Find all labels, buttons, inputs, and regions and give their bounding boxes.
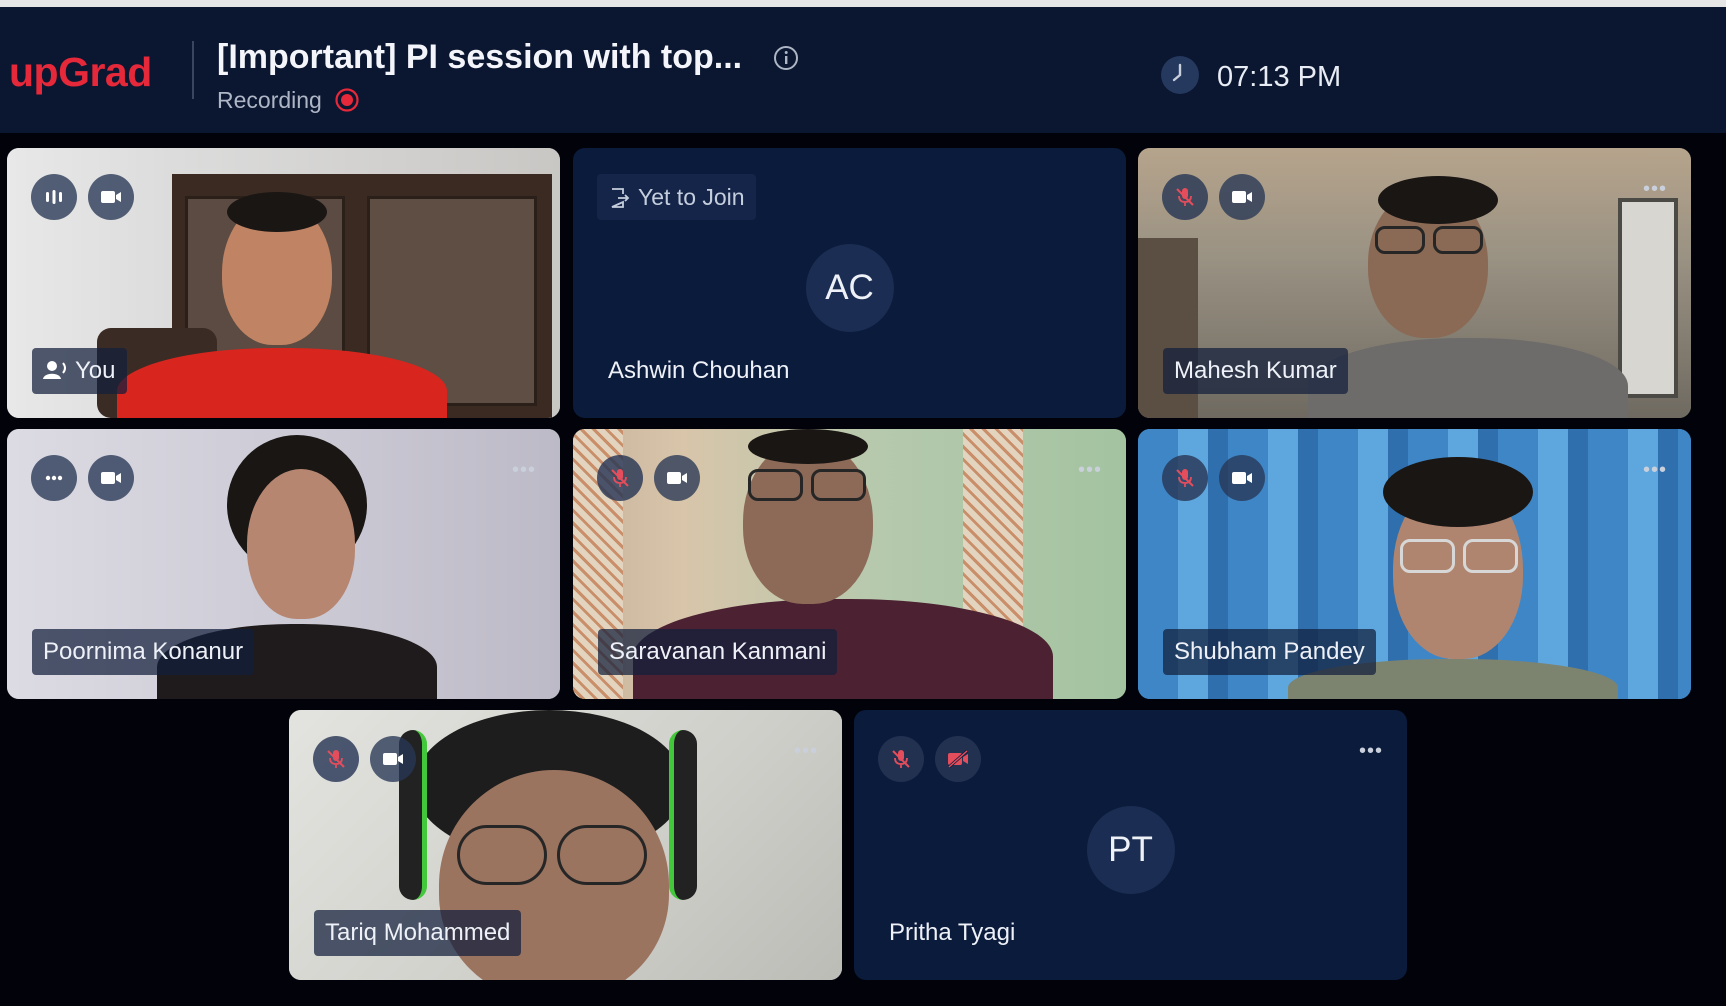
yet-to-join-label: Yet to Join: [638, 184, 745, 210]
participant-tile-you[interactable]: You: [7, 148, 560, 418]
info-icon[interactable]: [772, 44, 800, 72]
more-options-button[interactable]: •••: [1078, 459, 1102, 482]
participant-tile-ashwin-chouhan[interactable]: Yet to Join AC Ashwin Chouhan: [573, 148, 1126, 418]
participant-name: Saravanan Kanmani: [598, 629, 838, 675]
header-divider: [192, 41, 194, 99]
recording-status: Recording: [217, 87, 322, 113]
camera-icon: [667, 472, 687, 484]
more-options-button[interactable]: •••: [794, 740, 818, 763]
participant-tile-shubham-pandey[interactable]: ••• Shubham Pandey: [1138, 429, 1691, 699]
audio-level-indicator: [31, 455, 77, 501]
avatar: AC: [805, 244, 894, 332]
camera-off-icon: [948, 749, 968, 769]
speaking-user-icon: [43, 361, 66, 379]
participant-tile-poornima-konanur[interactable]: ••• Poornima Konanur: [7, 429, 560, 699]
participant-name: Pritha Tyagi: [889, 919, 1016, 946]
camera-toggle[interactable]: [88, 174, 134, 220]
mic-muted-icon: [611, 469, 629, 487]
mic-muted-indicator: [313, 736, 359, 782]
camera-icon: [101, 472, 121, 484]
camera-icon: [383, 753, 403, 765]
camera-indicator: [88, 455, 134, 501]
mic-muted-indicator: [878, 736, 924, 782]
more-options-button[interactable]: •••: [1643, 178, 1667, 201]
participant-tile-pritha-tyagi[interactable]: ••• PT Pritha Tyagi: [854, 710, 1407, 980]
join-door-icon: [611, 188, 630, 208]
audio-level-icon: [46, 190, 62, 204]
camera-indicator: [654, 455, 700, 501]
camera-icon: [101, 191, 121, 203]
audio-dots-icon: [45, 475, 63, 481]
more-options-button[interactable]: •••: [512, 459, 536, 482]
camera-indicator: [1219, 455, 1265, 501]
audio-level-indicator: [31, 174, 77, 220]
meeting-header: upGrad [Important] PI session with top..…: [0, 7, 1726, 133]
yet-to-join-badge: Yet to Join: [597, 174, 756, 220]
avatar: PT: [1086, 806, 1175, 894]
meeting-title: [Important] PI session with top...: [217, 38, 743, 76]
clock-icon: [1161, 56, 1199, 94]
camera-indicator: [1219, 174, 1265, 220]
participant-tile-mahesh-kumar[interactable]: ••• Mahesh Kumar: [1138, 148, 1691, 418]
mic-muted-icon: [327, 750, 345, 768]
participant-name: Shubham Pandey: [1163, 629, 1376, 675]
participant-name-badge: You: [32, 348, 127, 394]
participant-name: Tariq Mohammed: [314, 910, 522, 956]
participant-name: Mahesh Kumar: [1163, 348, 1348, 394]
mic-muted-icon: [892, 750, 910, 768]
window-top-edge: [0, 0, 1726, 7]
recording-dot-icon: [335, 88, 359, 112]
participant-tile-tariq-mohammed[interactable]: ••• Tariq Mohammed: [289, 710, 842, 980]
mic-muted-icon: [1176, 188, 1194, 206]
mic-muted-indicator: [1162, 455, 1208, 501]
mic-muted-indicator: [1162, 174, 1208, 220]
camera-icon: [1232, 472, 1252, 484]
mic-muted-icon: [1176, 469, 1194, 487]
camera-icon: [1232, 191, 1252, 203]
participant-name: You: [75, 357, 116, 384]
mic-muted-indicator: [597, 455, 643, 501]
camera-off-indicator: [935, 736, 981, 782]
camera-indicator: [370, 736, 416, 782]
participant-name: Ashwin Chouhan: [608, 357, 790, 384]
more-options-button[interactable]: •••: [1359, 740, 1383, 763]
participant-tile-saravanan-kanmani[interactable]: ••• Saravanan Kanmani: [573, 429, 1126, 699]
meeting-time: 07:13 PM: [1217, 61, 1342, 93]
participant-name: Poornima Konanur: [32, 629, 255, 675]
more-options-button[interactable]: •••: [1643, 459, 1667, 482]
upgrad-logo: upGrad: [9, 49, 152, 95]
